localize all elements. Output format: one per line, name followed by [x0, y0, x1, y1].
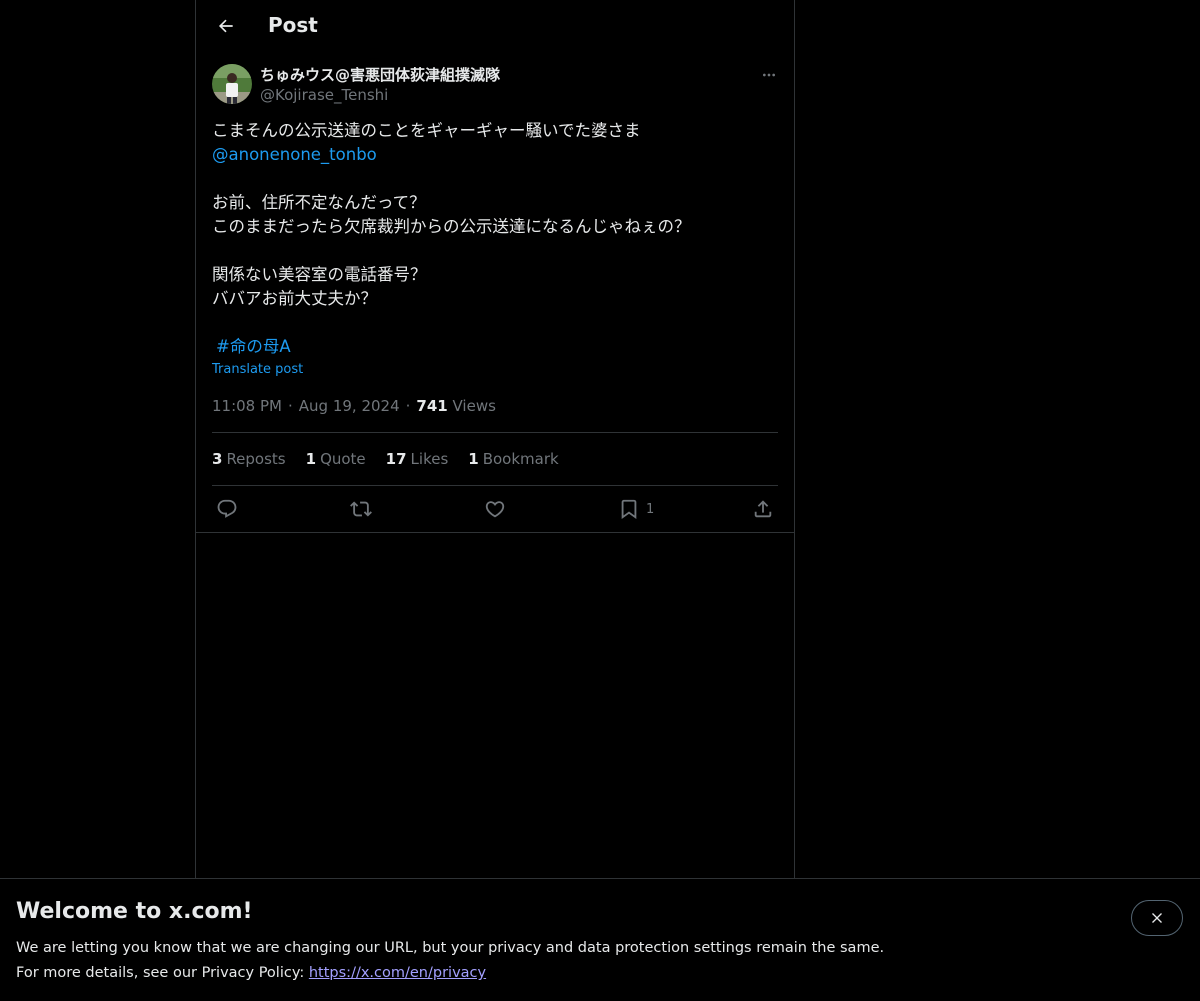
close-banner-button[interactable]	[1131, 900, 1183, 936]
views-label: Views	[452, 397, 496, 415]
author-handle[interactable]: @Kojirase_Tenshi	[260, 86, 388, 104]
avatar-image	[212, 64, 252, 104]
page-title: Post	[268, 13, 318, 37]
quotes-count: 1	[305, 450, 317, 468]
share-button[interactable]	[752, 498, 774, 520]
reposts-count: 3	[212, 450, 223, 468]
views-count: 741	[416, 397, 448, 415]
bookmarks-stat[interactable]: 1 Bookmark	[468, 450, 558, 468]
tweet-line: お前、住所不定なんだって？	[212, 193, 426, 212]
share-icon	[754, 500, 772, 518]
more-options-button[interactable]	[756, 62, 782, 88]
quotes-stat[interactable]: 1 Quote	[306, 450, 366, 468]
tweet-line: このままだったら欠席裁判からの公示送達になるんじゃねぇの？	[212, 217, 691, 236]
author-name[interactable]: ちゅみウス@害悪団体荻津組撲滅隊	[260, 64, 500, 85]
reply-button[interactable]	[216, 498, 238, 520]
tweet-line: こまそんの公示送達のことをギャーギャー騒いでた婆さま	[212, 121, 641, 140]
welcome-banner: Welcome to x.com! We are letting you kno…	[0, 878, 1200, 1001]
reply-icon	[217, 499, 237, 518]
bookmarks-count: 1	[468, 450, 479, 468]
repost-icon	[350, 501, 372, 517]
back-button[interactable]	[208, 8, 244, 44]
post-column: Post ちゅみウス@害悪団体荻津組撲滅隊 @Kojirase_Tenshi こ…	[195, 0, 795, 878]
quotes-label: Quote	[320, 450, 366, 468]
separator: ·	[287, 397, 293, 415]
bookmarks-label: Bookmark	[482, 450, 559, 468]
likes-count: 17	[385, 450, 407, 468]
banner-line-prefix: For more details, see our Privacy Policy…	[16, 965, 309, 981]
bookmark-count: 1	[646, 501, 655, 517]
tweet-line: ババアお前大丈夫か？	[212, 289, 377, 308]
reposts-label: Reposts	[226, 450, 286, 468]
privacy-policy-link[interactable]: https://x.com/en/privacy	[309, 965, 486, 981]
likes-label: Likes	[410, 450, 449, 468]
banner-title: Welcome to x.com!	[16, 899, 253, 924]
post-date[interactable]: Aug 19, 2024	[299, 397, 400, 415]
translate-post-link[interactable]: Translate post	[212, 362, 303, 377]
like-button[interactable]	[484, 498, 506, 520]
bookmark-button[interactable]: 1	[618, 498, 654, 520]
close-icon	[1152, 913, 1162, 923]
tweet-text: こまそんの公示送達のことをギャーギャー騒いでた婆さま @anonenone_to…	[212, 119, 778, 359]
post-time[interactable]: 11:08 PM	[212, 397, 282, 415]
post-meta: 11:08 PM · Aug 19, 2024 · 741 Views	[212, 397, 496, 415]
arrow-left-icon	[218, 19, 233, 33]
hashtag-link[interactable]: #命の母A	[212, 335, 778, 359]
avatar[interactable]	[212, 64, 252, 104]
engagement-stats: 3 Reposts 1 Quote 17 Likes 1 Bookmark	[212, 450, 559, 468]
reposts-stat[interactable]: 3 Reposts	[212, 450, 286, 468]
post-header: Post	[196, 0, 794, 53]
separator: ·	[405, 397, 411, 415]
mention-link[interactable]: @anonenone_tonbo	[212, 143, 778, 167]
divider	[212, 432, 778, 433]
likes-stat[interactable]: 17 Likes	[386, 450, 449, 468]
banner-text: We are letting you know that we are chan…	[16, 936, 884, 986]
banner-line: For more details, see our Privacy Policy…	[16, 961, 884, 986]
action-bar: 1	[196, 486, 794, 533]
banner-line: We are letting you know that we are chan…	[16, 940, 885, 956]
like-icon	[485, 501, 505, 518]
tweet-line: 関係ない美容室の電話番号？	[212, 265, 427, 284]
more-icon	[763, 73, 775, 77]
repost-button[interactable]	[350, 498, 372, 520]
bookmark-icon	[621, 499, 637, 520]
